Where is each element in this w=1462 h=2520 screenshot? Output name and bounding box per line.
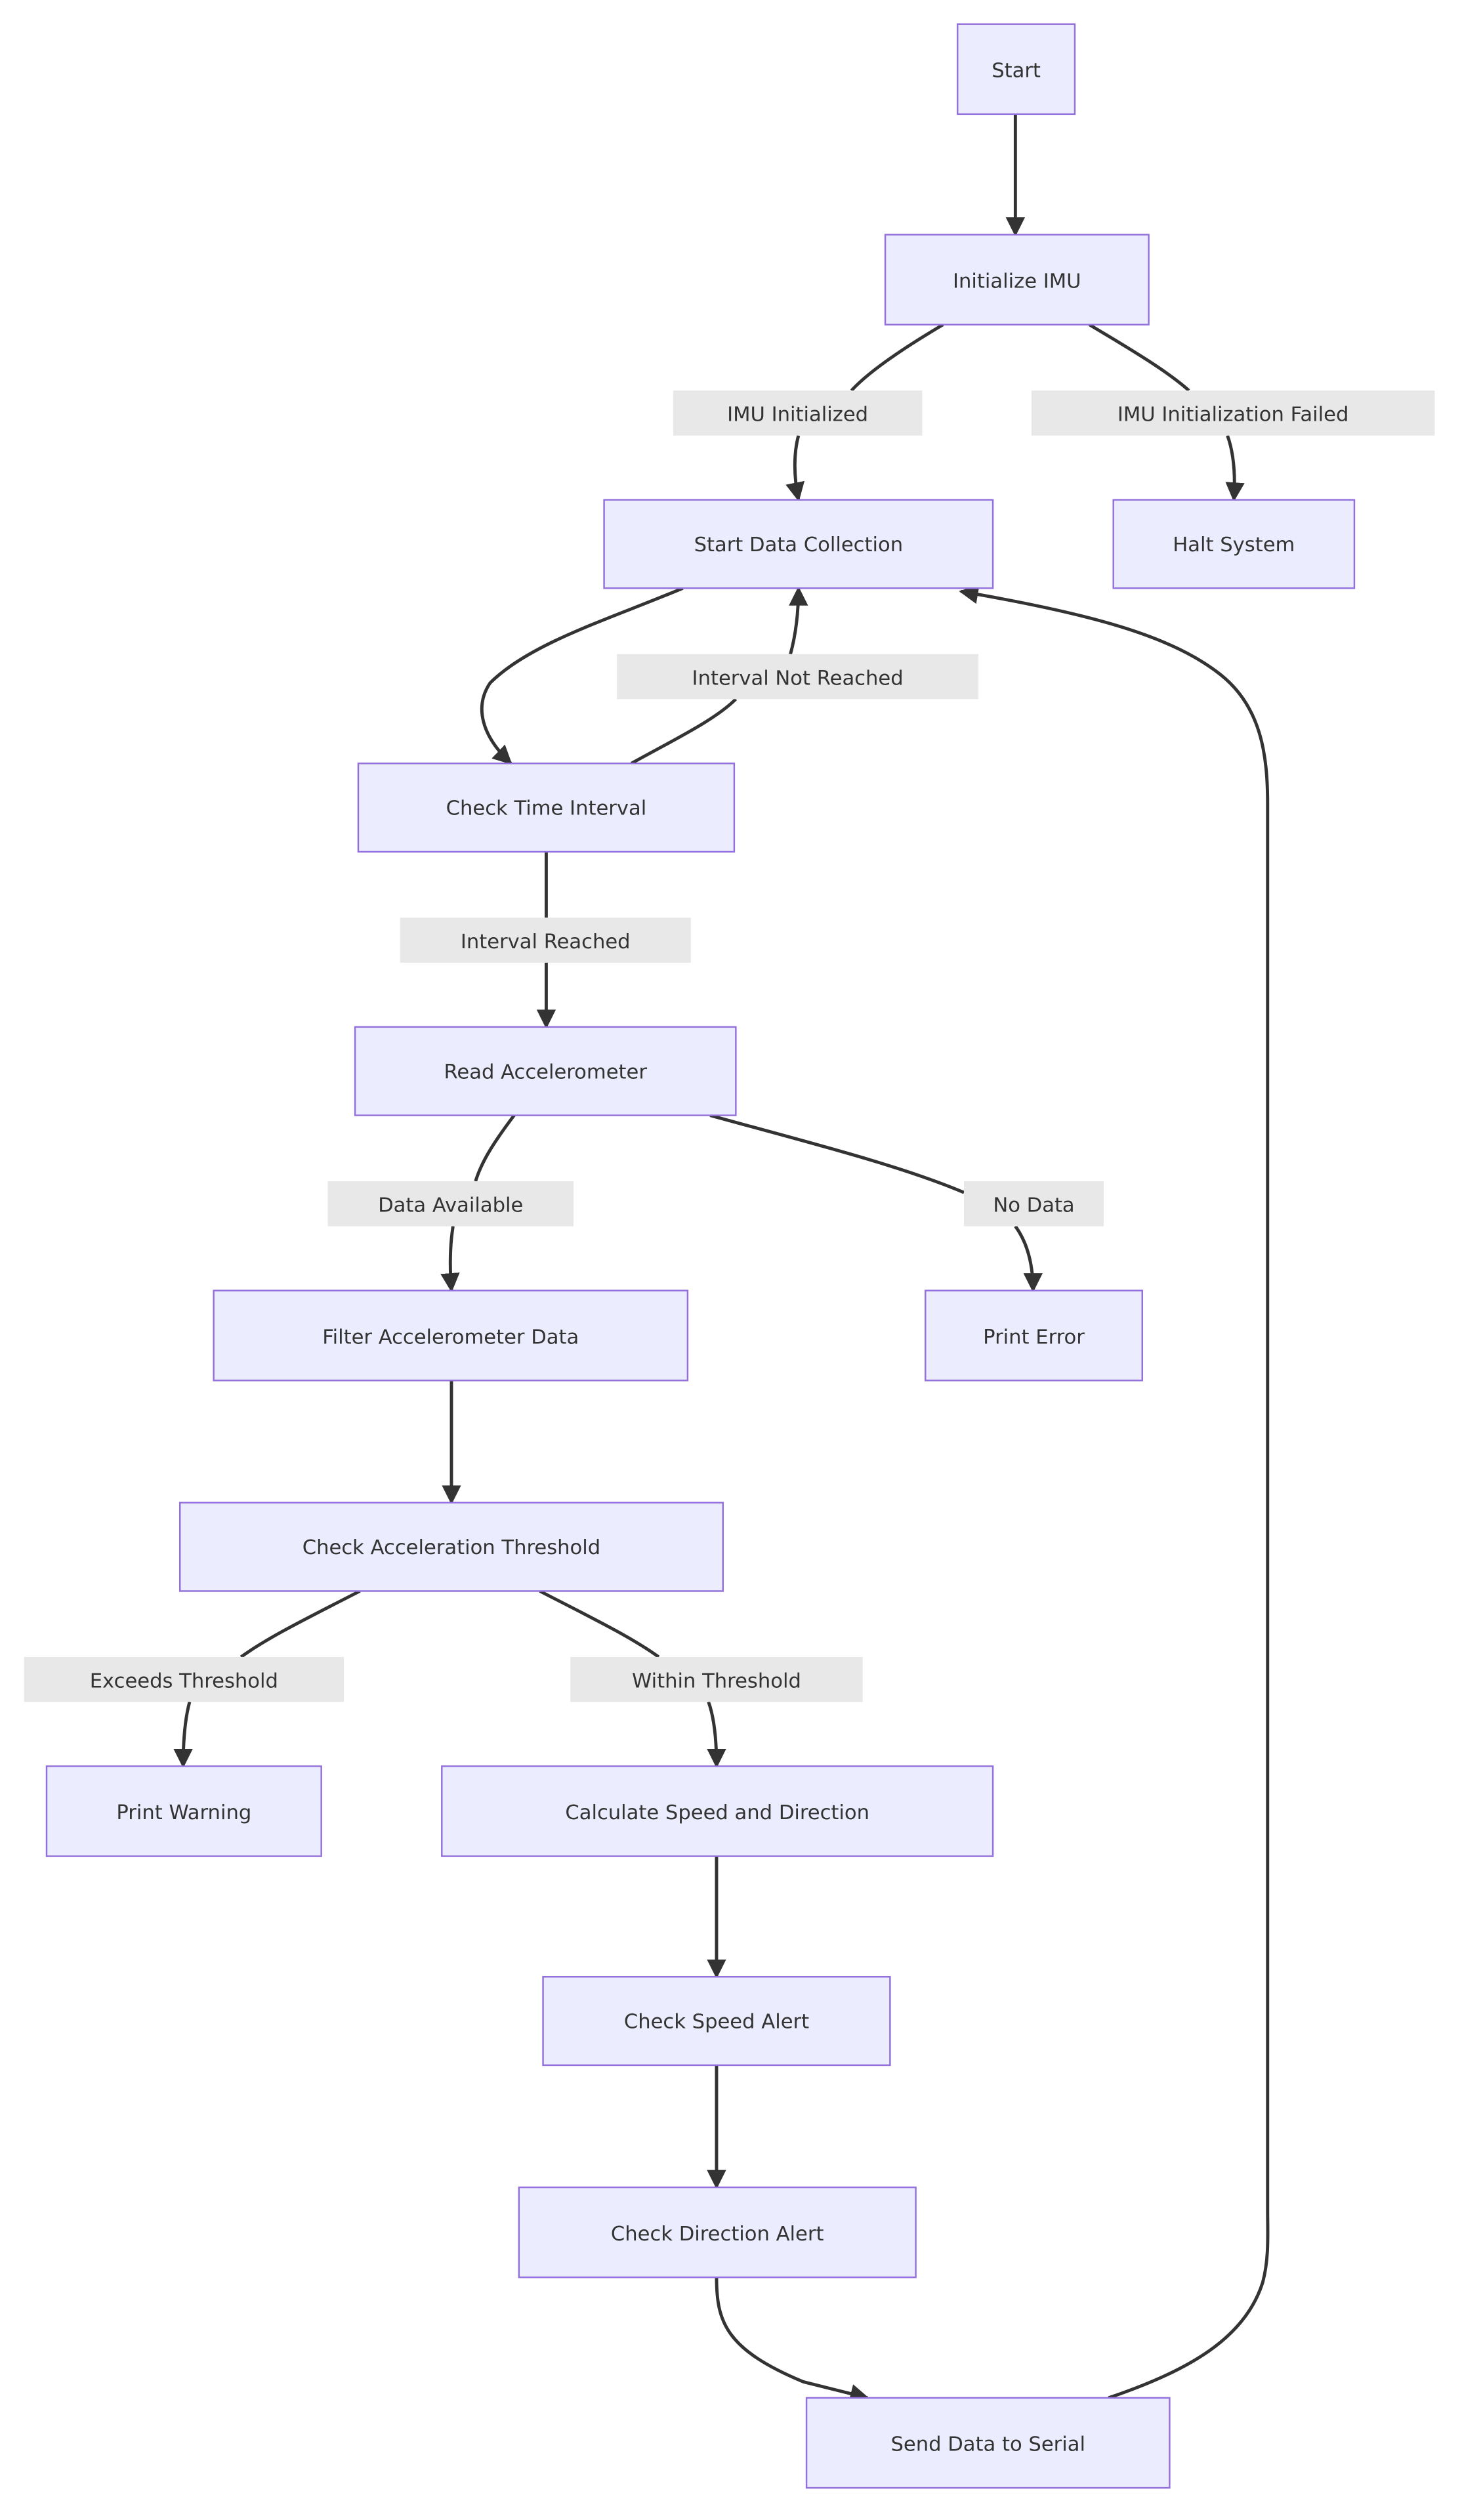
node-label: Print Error xyxy=(983,1326,1085,1349)
edge-send-serial-to-start-collection xyxy=(959,585,1270,2400)
node-filter-accelerometer-data: Filter Accelerometer Data xyxy=(213,1290,689,1381)
edge-label-data-available: Data Available xyxy=(327,1181,574,1227)
node-halt-system: Halt System xyxy=(1112,499,1356,589)
node-label: Calculate Speed and Direction xyxy=(565,1801,869,1824)
edge-label-text: Within Threshold xyxy=(632,1670,801,1692)
node-label: Start Data Collection xyxy=(694,534,904,556)
node-send-data-to-serial: Send Data to Serial xyxy=(805,2397,1171,2489)
edge-label-text: IMU Initialized xyxy=(727,404,868,427)
node-label: Start xyxy=(992,60,1041,83)
edge-label-text: Data Available xyxy=(378,1194,523,1217)
node-label: Check Time Interval xyxy=(446,797,647,820)
node-check-direction-alert: Check Direction Alert xyxy=(518,2186,917,2278)
node-label: Print Warning xyxy=(116,1801,251,1824)
edge-label-interval-reached: Interval Reached xyxy=(400,917,691,963)
node-label: Halt System xyxy=(1173,534,1295,556)
node-print-error: Print Error xyxy=(925,1290,1144,1381)
edge-check-direction-to-send-serial xyxy=(715,2277,869,2403)
flowchart-diagram: IMU Initialized IMU Initialization Faile… xyxy=(24,23,1435,2489)
node-label: Check Acceleration Threshold xyxy=(303,1536,600,1559)
node-print-warning: Print Warning xyxy=(45,1765,322,1857)
node-read-accelerometer: Read Accelerometer xyxy=(354,1026,737,1116)
node-check-time-interval: Check Time Interval xyxy=(357,763,736,853)
node-label: Check Direction Alert xyxy=(611,2223,824,2246)
edge-label-text: Interval Reached xyxy=(461,931,631,954)
node-label: Send Data to Serial xyxy=(890,2433,1085,2456)
node-initialize-imu: Initialize IMU xyxy=(884,234,1150,326)
edge-label-within-threshold: Within Threshold xyxy=(570,1656,863,1702)
node-start-data-collection: Start Data Collection xyxy=(603,499,994,589)
node-check-speed-alert: Check Speed Alert xyxy=(542,1976,891,2067)
edge-label-imu-initialized: IMU Initialized xyxy=(673,390,923,436)
node-label: Initialize IMU xyxy=(953,270,1081,293)
node-label: Check Speed Alert xyxy=(624,2011,809,2034)
edge-label-text: IMU Initialization Failed xyxy=(1117,404,1349,427)
edge-label-text: Exceeds Threshold xyxy=(90,1670,278,1692)
edge-label-text: Interval Not Reached xyxy=(692,667,904,690)
edge-label-text: No Data xyxy=(993,1194,1074,1217)
edge-label-interval-not-reached: Interval Not Reached xyxy=(617,654,979,700)
node-label: Read Accelerometer xyxy=(444,1060,648,1083)
node-check-acceleration-threshold: Check Acceleration Threshold xyxy=(178,1502,724,1592)
edge-label-no-data: No Data xyxy=(964,1181,1104,1227)
node-calculate-speed-and-direction: Calculate Speed and Direction xyxy=(441,1765,994,1857)
edge-label-imu-initialization-failed: IMU Initialization Failed xyxy=(1031,390,1435,436)
node-start: Start xyxy=(956,23,1076,116)
edge-label-exceeds-threshold: Exceeds Threshold xyxy=(24,1656,344,1702)
node-label: Filter Accelerometer Data xyxy=(322,1326,579,1349)
